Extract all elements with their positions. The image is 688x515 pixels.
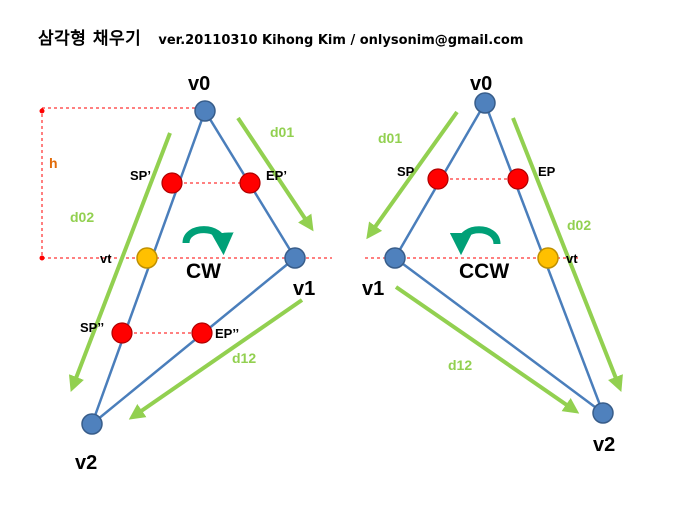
counterclockwise-arrow-icon [449,226,501,256]
label-sp2: SP’’ [80,320,104,335]
label-sp1: SP’ [130,168,151,183]
label-vt-ccw: vt [566,251,578,266]
label-d12-ccw: d12 [448,357,472,373]
label-d02: d02 [70,209,94,225]
label-vt: vt [100,251,112,266]
vertex-v1-ccw [384,247,406,269]
label-v0-ccw: v0 [470,73,492,95]
label-v2: v2 [75,452,97,474]
point-sp-ccw [427,168,449,190]
label-v1-ccw: v1 [362,278,384,300]
height-guide-dot-top [39,108,45,114]
vector-d12-arrow-ccw [394,285,580,414]
triangle-fill-diagram: v0 v1 v2 vt CW SP’ EP’ SP’’ EP’’ d01 d02… [39,73,623,474]
point-sp1 [161,172,183,194]
label-d01: d01 [270,124,294,140]
vertex-v0 [194,100,216,122]
clockwise-arrow-icon [182,226,234,256]
point-ep-ccw [507,168,529,190]
label-sp-ccw: SP [397,164,415,179]
vertex-vt [136,247,158,269]
label-direction: CW [186,260,221,283]
cw-diagram: v0 v1 v2 vt CW SP’ EP’ SP’’ EP’’ d01 d02… [39,73,332,474]
label-ep1: EP’ [266,168,287,183]
label-v2-ccw: v2 [593,434,615,456]
vertex-v1 [284,247,306,269]
point-ep1 [239,172,261,194]
vector-d12-arrow [128,298,304,420]
vertex-vt-ccw [537,247,559,269]
height-guide-dot-bottom [39,255,45,261]
vertex-v2-ccw [592,402,614,424]
label-d02-ccw: d02 [567,217,591,233]
label-d01-ccw: d01 [378,130,402,146]
vertex-v0-ccw [474,92,496,114]
ccw-diagram: v0 v1 v2 vt CCW SP EP d01 d02 d12 [362,73,623,456]
label-h: h [49,155,58,171]
label-d12: d12 [232,350,256,366]
label-direction-ccw: CCW [459,260,509,283]
label-v1: v1 [293,278,315,300]
label-ep-ccw: EP [538,164,556,179]
label-v0: v0 [188,73,210,95]
vertex-v2 [81,413,103,435]
label-ep2: EP’’ [215,326,239,341]
point-sp2 [111,322,133,344]
point-ep2 [191,322,213,344]
